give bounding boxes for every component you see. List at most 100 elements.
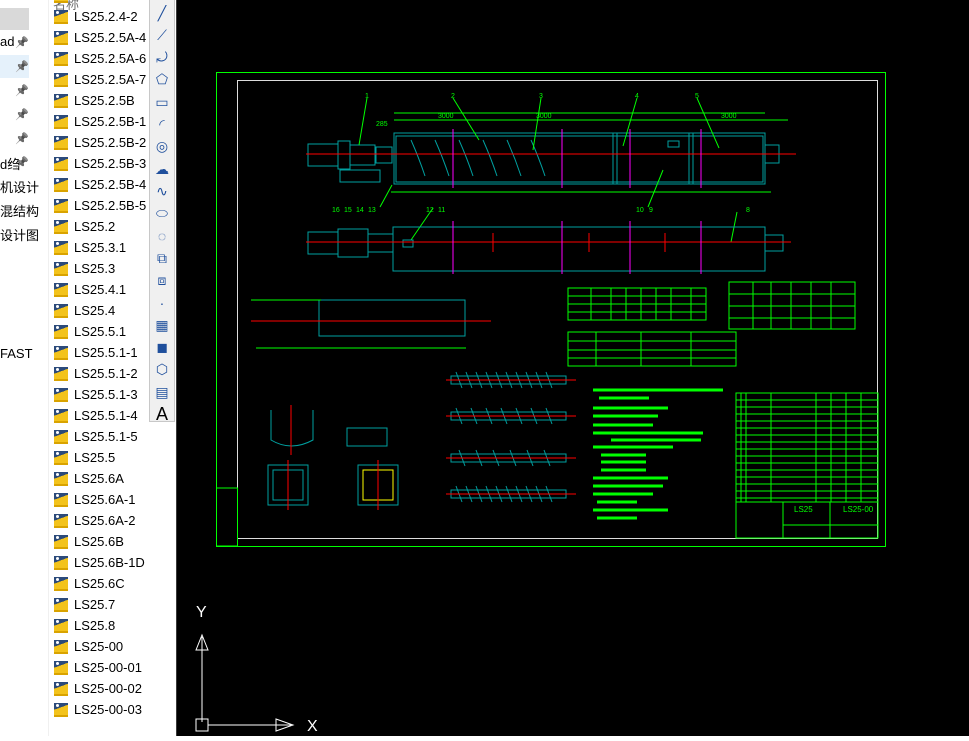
balloon-10: 10 bbox=[636, 207, 644, 214]
file-name: LS25.2.5B-1 bbox=[74, 114, 147, 129]
pin-icon[interactable]: 📌 bbox=[15, 84, 29, 97]
file-row[interactable]: LS25.3 bbox=[49, 258, 149, 279]
file-row[interactable]: LS25.6B bbox=[49, 531, 149, 552]
file-name: LS25.6A bbox=[74, 471, 124, 486]
file-row[interactable]: LS25.6A bbox=[49, 468, 149, 489]
file-row[interactable]: LS25.3.1 bbox=[49, 237, 149, 258]
file-row[interactable]: LS25.2.5B-1 bbox=[49, 111, 149, 132]
pin-icon[interactable]: 📌 bbox=[15, 132, 29, 145]
file-name: LS25.2.5A-4 bbox=[74, 30, 147, 45]
dwg-file-icon bbox=[54, 324, 68, 339]
nav-item[interactable]: 设计图 bbox=[0, 225, 39, 244]
nav-selected-item[interactable] bbox=[0, 8, 29, 30]
cad-drawing-canvas[interactable]: 1 2 3 4 5 16 15 14 13 12 11 10 9 8 285 3… bbox=[176, 0, 969, 736]
file-name: LS25.6A-1 bbox=[74, 492, 136, 507]
polyline-icon[interactable]: ⤾ bbox=[152, 48, 172, 68]
file-list: 名称 LS25.2.4-1LS25.2.4-2LS25.2.5A-4LS25.2… bbox=[48, 0, 149, 736]
file-row[interactable]: LS25-00-03 bbox=[49, 699, 149, 720]
file-row[interactable]: LS25.7 bbox=[49, 594, 149, 615]
file-row[interactable]: LS25.2 bbox=[49, 216, 149, 237]
multiline-text-icon[interactable]: A bbox=[152, 404, 172, 424]
dwg-file-icon bbox=[54, 555, 68, 570]
ellipse-arc-icon[interactable]: ◌ bbox=[152, 226, 172, 246]
file-row[interactable]: LS25.2.5A-4 bbox=[49, 27, 149, 48]
file-row[interactable]: LS25.5 bbox=[49, 447, 149, 468]
file-name: LS25.2.5A-6 bbox=[74, 51, 147, 66]
arc-icon[interactable]: ◜ bbox=[152, 115, 172, 135]
point-icon[interactable]: · bbox=[152, 293, 172, 313]
file-row[interactable]: LS25.5.1-3 bbox=[49, 384, 149, 405]
file-name: LS25.4.1 bbox=[74, 282, 127, 297]
spline-icon[interactable]: ∿ bbox=[152, 181, 172, 201]
balloon-16: 16 bbox=[332, 207, 340, 214]
dwg-file-icon bbox=[54, 471, 68, 486]
insert-block-icon[interactable]: ⧉ bbox=[152, 248, 172, 268]
pin-icon[interactable]: 📌 bbox=[15, 108, 29, 121]
file-name: LS25.2.5B-4 bbox=[74, 177, 147, 192]
file-row[interactable]: LS25.6A-2 bbox=[49, 510, 149, 531]
section-view bbox=[251, 299, 491, 349]
region-icon[interactable]: ⬡ bbox=[152, 360, 172, 380]
dwg-file-icon bbox=[54, 534, 68, 549]
nav-item[interactable]: 混结构 bbox=[0, 201, 39, 220]
polygon-icon[interactable]: ⬠ bbox=[152, 70, 172, 90]
circle-icon[interactable]: ◎ bbox=[152, 137, 172, 157]
dim-3000-c: 3000 bbox=[721, 113, 737, 120]
dwg-file-icon bbox=[54, 303, 68, 318]
file-row[interactable]: LS25.4 bbox=[49, 300, 149, 321]
rectangle-icon[interactable]: ▭ bbox=[152, 92, 172, 112]
dim-3000-b: 3000 bbox=[536, 113, 552, 120]
dwg-file-icon bbox=[54, 30, 68, 45]
file-row[interactable]: LS25.4.1 bbox=[49, 279, 149, 300]
nav-item[interactable]: ad bbox=[0, 34, 14, 49]
dwg-file-icon bbox=[54, 513, 68, 528]
file-row[interactable]: LS25.6C bbox=[49, 573, 149, 594]
gradient-icon[interactable]: ◼ bbox=[152, 338, 172, 358]
file-row[interactable]: LS25.5.1-4 bbox=[49, 405, 149, 426]
hatch-icon[interactable]: ▦ bbox=[152, 315, 172, 335]
ellipse-icon[interactable]: ⬭ bbox=[152, 204, 172, 224]
file-row[interactable]: LS25.2.5B-5 bbox=[49, 195, 149, 216]
nav-item[interactable]: FAST bbox=[0, 346, 33, 361]
make-block-icon[interactable]: ⧈ bbox=[152, 271, 172, 291]
file-row[interactable]: LS25.5.1 bbox=[49, 321, 149, 342]
file-row[interactable]: LS25.2.5B-3 bbox=[49, 153, 149, 174]
construction-line-icon[interactable]: ⟋ bbox=[152, 25, 172, 45]
file-name: LS25.5.1-3 bbox=[74, 387, 138, 402]
file-name: LS25.2.5B-2 bbox=[74, 135, 147, 150]
file-row[interactable]: LS25.2.5A-6 bbox=[49, 48, 149, 69]
file-row[interactable]: LS25-00-01 bbox=[49, 657, 149, 678]
file-row[interactable]: LS25.6A-1 bbox=[49, 489, 149, 510]
table-icon[interactable]: ▤ bbox=[152, 382, 172, 402]
file-row[interactable]: LS25.2.5A-7 bbox=[49, 69, 149, 90]
file-name: LS25.2.4-2 bbox=[74, 9, 138, 24]
file-row[interactable]: LS25.5.1-1 bbox=[49, 342, 149, 363]
ucs-y-label: Y bbox=[196, 604, 207, 621]
drawing-svg: 1 2 3 4 5 16 15 14 13 12 11 10 9 8 285 3… bbox=[195, 72, 886, 735]
file-row[interactable]: LS25.8 bbox=[49, 615, 149, 636]
dwg-file-icon bbox=[54, 492, 68, 507]
balloon-13: 13 bbox=[368, 207, 376, 214]
file-row[interactable]: LS25.5.1-2 bbox=[49, 363, 149, 384]
technical-notes bbox=[593, 388, 723, 520]
file-row[interactable]: LS25.2.5B bbox=[49, 90, 149, 111]
file-name: LS25.6A-2 bbox=[74, 513, 136, 528]
revision-cloud-icon[interactable]: ☁ bbox=[152, 159, 172, 179]
nav-item[interactable]: 机设计 bbox=[0, 177, 39, 196]
file-row[interactable]: LS25.2.5B-4 bbox=[49, 174, 149, 195]
file-name: LS25.2.5B-3 bbox=[74, 156, 147, 171]
file-row[interactable]: LS25.5.1-5 bbox=[49, 426, 149, 447]
file-row[interactable]: LS25-00-02 bbox=[49, 678, 149, 699]
front-view bbox=[307, 132, 780, 185]
file-row[interactable]: LS25.6B-1D bbox=[49, 552, 149, 573]
file-row[interactable]: LS25.2.4-2 bbox=[49, 6, 149, 27]
file-name: LS25-00 bbox=[74, 639, 124, 654]
dwg-file-icon bbox=[54, 135, 68, 150]
file-row[interactable]: LS25.2.5B-2 bbox=[49, 132, 149, 153]
line-icon[interactable]: ╱ bbox=[152, 3, 172, 23]
pin-icon[interactable]: 📌 bbox=[15, 36, 29, 49]
pin-icon[interactable]: 📌 bbox=[15, 156, 29, 169]
pin-icon[interactable]: 📌 bbox=[15, 60, 29, 73]
file-row[interactable]: LS25-00 bbox=[49, 636, 149, 657]
dwg-file-icon bbox=[54, 156, 68, 171]
